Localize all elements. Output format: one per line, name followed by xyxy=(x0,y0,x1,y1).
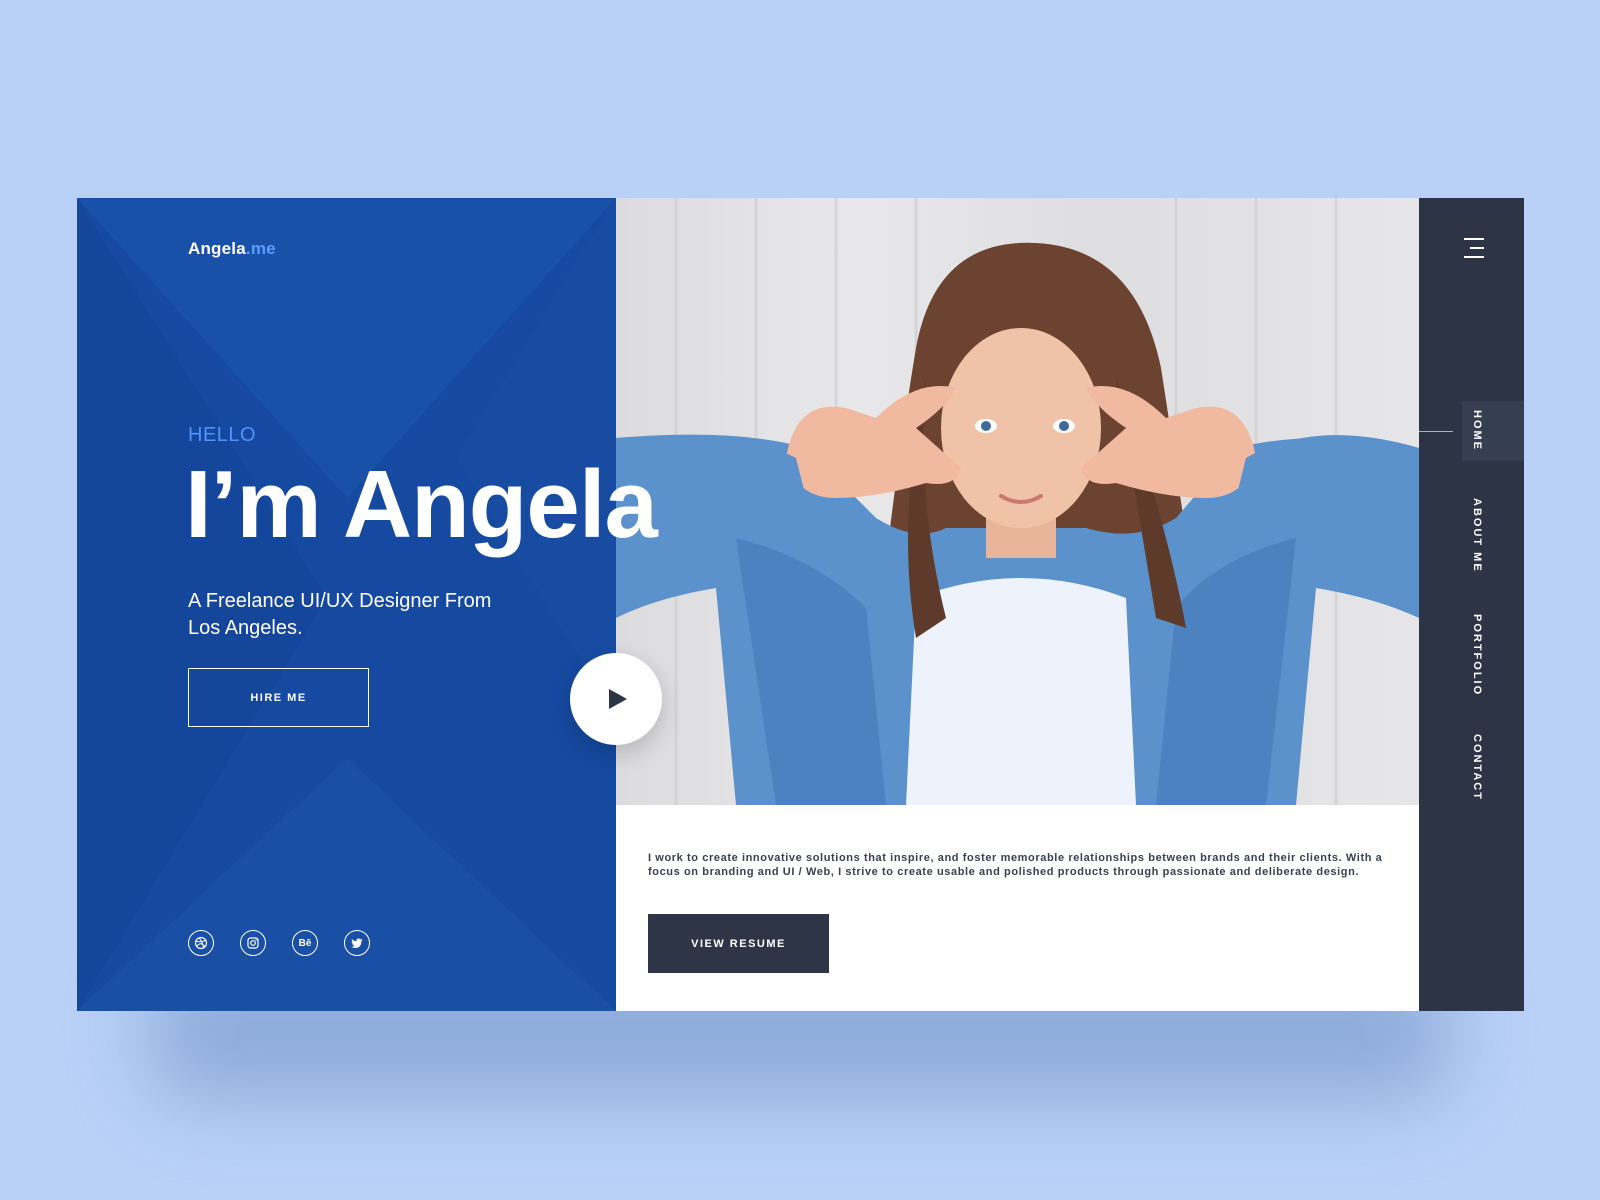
greeting: HELLO xyxy=(188,424,257,446)
behance-icon[interactable]: Bē xyxy=(292,930,318,956)
nav-item-contact[interactable]: CONTACT xyxy=(1471,734,1483,801)
instagram-icon[interactable] xyxy=(240,930,266,956)
twitter-icon[interactable] xyxy=(344,930,370,956)
brand-suffix: .me xyxy=(245,239,276,258)
brand-name: Angela xyxy=(188,239,246,258)
nav-item-portfolio[interactable]: PORTFOLIO xyxy=(1471,614,1483,696)
hero-panel: Angela.me HELLO A Freelance UI/UX Design… xyxy=(77,198,616,1011)
side-navigation: HOME ABOUT ME PORTFOLIO CONTACT xyxy=(1419,198,1524,1011)
landing-card: Angela.me HELLO A Freelance UI/UX Design… xyxy=(77,198,1524,1011)
nav-indicator-line xyxy=(1419,431,1453,432)
social-links: Bē xyxy=(188,930,370,956)
hamburger-menu-icon[interactable] xyxy=(1460,238,1484,262)
portrait-illustration xyxy=(616,198,1419,805)
portrait-photo xyxy=(616,198,1419,805)
view-resume-button[interactable]: VIEW RESUME xyxy=(648,914,829,973)
play-video-button[interactable] xyxy=(570,653,662,745)
hero-subtitle: A Freelance UI/UX Designer From Los Ange… xyxy=(188,590,492,639)
about-text: I work to create innovative solutions th… xyxy=(648,852,1383,878)
hero-headline: I’m Angela xyxy=(185,451,658,558)
behance-label: Bē xyxy=(298,937,312,949)
hire-me-button[interactable]: HIRE ME xyxy=(188,668,369,727)
dribbble-icon[interactable] xyxy=(188,930,214,956)
play-icon xyxy=(609,689,627,709)
nav-item-home[interactable]: HOME xyxy=(1471,410,1483,451)
brand-logo[interactable]: Angela.me xyxy=(188,239,276,259)
nav-item-about-me[interactable]: ABOUT ME xyxy=(1471,498,1483,573)
